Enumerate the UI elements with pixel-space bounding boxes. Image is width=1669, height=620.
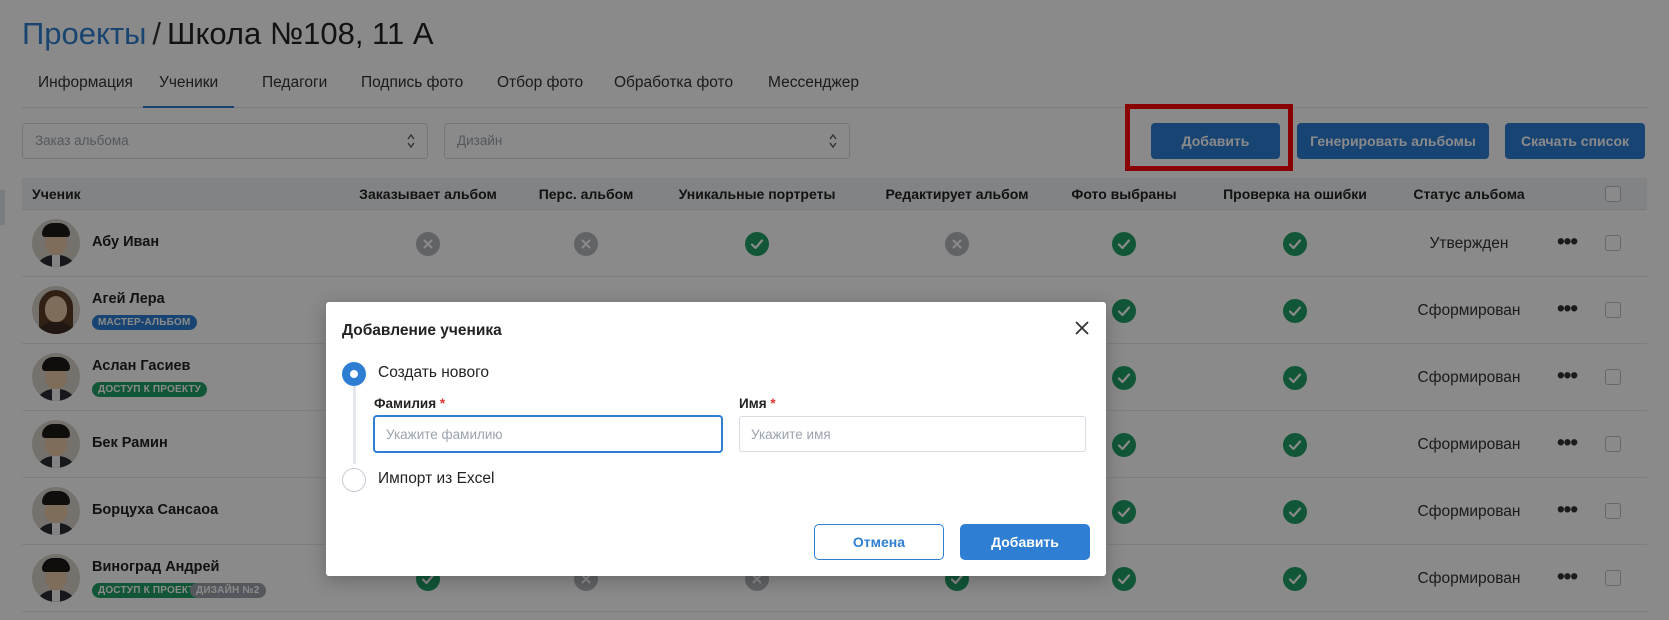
- create-new-radio[interactable]: [342, 362, 366, 386]
- import-excel-label: Импорт из Excel: [378, 470, 495, 487]
- required-mark: *: [439, 396, 446, 411]
- create-new-label: Создать нового: [378, 364, 490, 381]
- first-name-label: Имя *: [739, 396, 776, 411]
- option-divider-line: [353, 386, 356, 464]
- last-name-input[interactable]: [374, 416, 722, 452]
- modal-title: Добавление ученика: [342, 322, 502, 339]
- first-name-input[interactable]: [739, 416, 1086, 452]
- add-student-modal: Добавление ученика Создать нового Фамили…: [326, 302, 1106, 576]
- close-icon[interactable]: [1072, 318, 1092, 338]
- cancel-button[interactable]: Отмена: [814, 524, 944, 560]
- required-mark: *: [770, 396, 776, 411]
- import-excel-radio[interactable]: [342, 468, 366, 492]
- last-name-label: Фамилия *: [374, 396, 446, 411]
- submit-add-button[interactable]: Добавить: [960, 524, 1090, 560]
- page: Проекты / Школа №108, 11 А Информация Учен…: [0, 0, 1669, 620]
